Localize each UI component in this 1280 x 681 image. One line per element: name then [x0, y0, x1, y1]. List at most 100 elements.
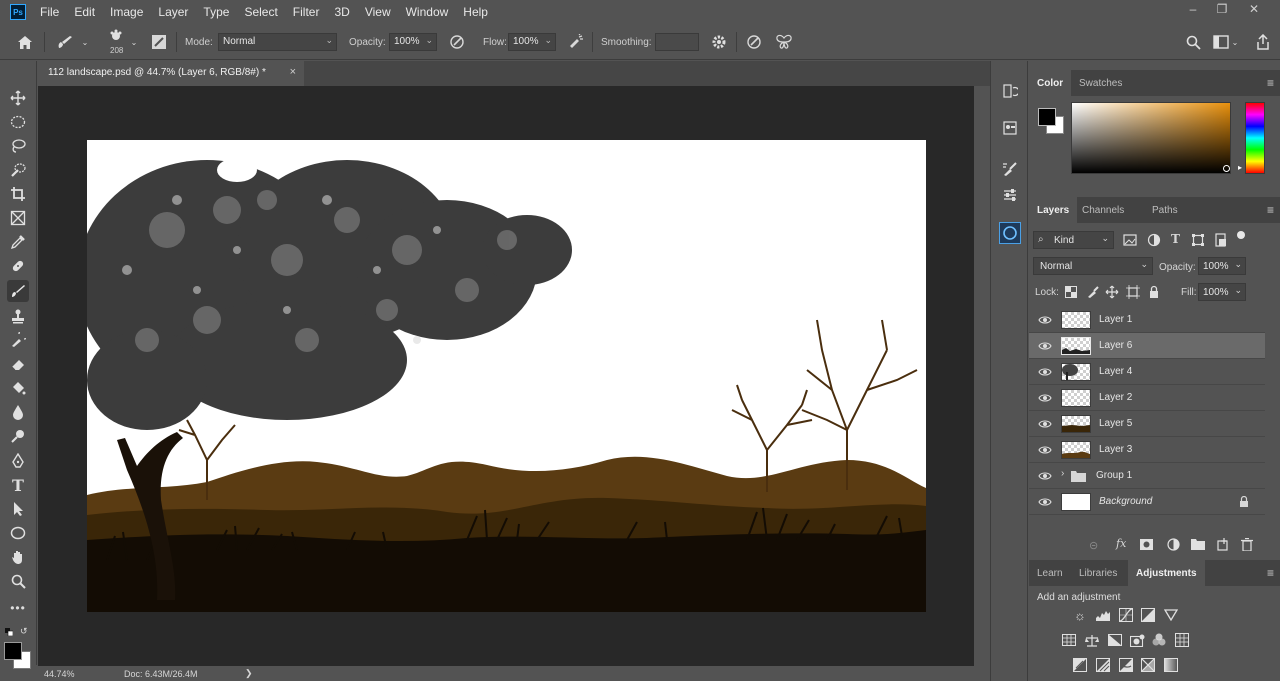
dodge-tool-icon[interactable]	[7, 425, 29, 447]
smoothing-input[interactable]	[655, 33, 699, 51]
status-menu-arrow-icon[interactable]: ❯	[245, 668, 253, 679]
pressure-size-icon[interactable]	[743, 32, 765, 52]
photo-filter-icon[interactable]	[1129, 632, 1145, 648]
plugin-circle-icon[interactable]	[999, 222, 1021, 244]
eye-icon[interactable]	[1038, 365, 1052, 379]
tab-adjustments[interactable]: Adjustments	[1128, 560, 1205, 586]
history-panel-icon[interactable]	[999, 80, 1021, 102]
blend-mode-select[interactable]: Normal ⌄	[1033, 257, 1153, 275]
lock-all-icon[interactable]	[1147, 285, 1161, 299]
delete-layer-icon[interactable]	[1241, 537, 1253, 552]
minimize-icon[interactable]: –	[1183, 2, 1203, 18]
brush-tool-preset-icon[interactable]	[52, 32, 78, 52]
brush-tip-icon[interactable]	[106, 28, 126, 44]
path-selection-tool-icon[interactable]	[7, 498, 29, 520]
crop-tool-icon[interactable]	[7, 183, 29, 205]
layer-row-group-1[interactable]: › Group 1	[1029, 463, 1265, 489]
ellipse-tool-icon[interactable]	[7, 522, 29, 544]
layer-row-layer-4[interactable]: Layer 4	[1029, 359, 1265, 385]
layer-row-layer-1[interactable]: Layer 1	[1029, 307, 1265, 333]
gradient-map-icon[interactable]	[1163, 657, 1179, 673]
tab-paths[interactable]: Paths	[1144, 197, 1186, 223]
foreground-color-swatch[interactable]	[4, 642, 22, 660]
channel-mixer-icon[interactable]	[1151, 632, 1167, 648]
default-colors-icon[interactable]	[5, 627, 14, 637]
more-tools-icon[interactable]: •••	[7, 597, 29, 619]
color-lookup-icon[interactable]	[1174, 632, 1190, 648]
move-tool-icon[interactable]	[7, 87, 29, 109]
fill-input[interactable]: 100% ⌄	[1198, 283, 1246, 301]
healing-brush-tool-icon[interactable]	[7, 255, 29, 277]
lock-position-icon[interactable]	[1105, 285, 1119, 299]
brush-picker-chevron-icon[interactable]: ⌄	[129, 36, 139, 48]
menu-help[interactable]: Help	[463, 5, 488, 19]
share-icon[interactable]	[1253, 32, 1273, 52]
layer-row-background[interactable]: Background	[1029, 489, 1265, 515]
document-canvas[interactable]	[87, 140, 926, 612]
eye-icon[interactable]	[1038, 417, 1052, 431]
menu-edit[interactable]: Edit	[74, 5, 95, 19]
tab-learn[interactable]: Learn	[1029, 560, 1071, 586]
clone-stamp-tool-icon[interactable]	[7, 305, 29, 327]
eyedropper-tool-icon[interactable]	[7, 231, 29, 253]
close-window-icon[interactable]: ✕	[1244, 2, 1264, 18]
layer-row-layer-5[interactable]: Layer 5	[1029, 411, 1265, 437]
eye-icon[interactable]	[1038, 391, 1052, 405]
swap-colors-icon[interactable]: ↺	[20, 626, 30, 636]
layer-opacity-input[interactable]: 100% ⌄	[1198, 257, 1246, 275]
frame-tool-icon[interactable]	[7, 207, 29, 229]
menu-select[interactable]: Select	[244, 5, 277, 19]
layers-panel-menu-icon[interactable]: ≡	[1267, 203, 1274, 217]
history-brush-tool-icon[interactable]	[7, 329, 29, 351]
marquee-tool-icon[interactable]	[7, 111, 29, 133]
invert-icon[interactable]	[1072, 657, 1088, 673]
eye-icon[interactable]	[1038, 339, 1052, 353]
levels-icon[interactable]	[1095, 607, 1111, 623]
color-panel-foreground-swatch[interactable]	[1038, 108, 1056, 126]
layer-style-fx-icon[interactable]: fx	[1116, 537, 1126, 550]
type-tool-icon[interactable]: T	[7, 474, 29, 496]
color-balance-icon[interactable]	[1084, 632, 1100, 648]
group-expand-chevron-icon[interactable]: ›	[1061, 468, 1064, 479]
properties-panel-icon[interactable]	[999, 117, 1021, 139]
search-icon[interactable]	[1183, 32, 1203, 52]
tab-color[interactable]: Color	[1029, 70, 1072, 96]
posterize-icon[interactable]	[1095, 657, 1111, 673]
filter-shape-icon[interactable]	[1191, 233, 1205, 247]
tab-swatches[interactable]: Swatches	[1071, 70, 1130, 96]
menu-image[interactable]: Image	[110, 5, 143, 19]
tab-libraries[interactable]: Libraries	[1071, 560, 1125, 586]
vibrance-icon[interactable]	[1163, 607, 1179, 623]
threshold-icon[interactable]	[1118, 657, 1134, 673]
gear-icon[interactable]	[708, 32, 730, 52]
hue-saturation-icon[interactable]	[1061, 632, 1077, 648]
opacity-input[interactable]: 100% ⌄	[389, 33, 437, 51]
canvas-workspace[interactable]	[38, 86, 974, 666]
brush-settings-icon[interactable]	[999, 158, 1021, 180]
pressure-opacity-icon[interactable]	[446, 32, 468, 52]
filter-smart-object-icon[interactable]	[1214, 233, 1228, 247]
blur-tool-icon[interactable]	[7, 401, 29, 423]
eye-icon[interactable]	[1038, 469, 1052, 483]
filter-adjustment-icon[interactable]	[1147, 233, 1161, 247]
tab-layers[interactable]: Layers	[1029, 197, 1078, 223]
brush-settings-panel-icon[interactable]	[148, 32, 170, 52]
eye-icon[interactable]	[1038, 313, 1052, 327]
lasso-tool-icon[interactable]	[7, 135, 29, 157]
eye-icon[interactable]	[1038, 495, 1052, 509]
link-layers-icon[interactable]: ⊝	[1089, 539, 1103, 552]
menu-view[interactable]: View	[365, 5, 391, 19]
eye-icon[interactable]	[1038, 443, 1052, 457]
new-layer-icon[interactable]	[1217, 538, 1230, 551]
workspace-chevron-icon[interactable]: ⌄	[1230, 36, 1240, 48]
color-field[interactable]	[1071, 102, 1231, 174]
hand-tool-icon[interactable]	[7, 546, 29, 568]
hue-slider[interactable]	[1245, 102, 1265, 174]
restore-icon[interactable]: ❐	[1212, 2, 1232, 18]
close-tab-icon[interactable]: ×	[290, 66, 296, 78]
lock-transparent-icon[interactable]	[1065, 286, 1077, 298]
layer-row-layer-2[interactable]: Layer 2	[1029, 385, 1265, 411]
lock-artboard-icon[interactable]	[1126, 285, 1140, 299]
zoom-level[interactable]: 44.74%	[44, 669, 75, 679]
paint-bucket-tool-icon[interactable]	[7, 377, 29, 399]
